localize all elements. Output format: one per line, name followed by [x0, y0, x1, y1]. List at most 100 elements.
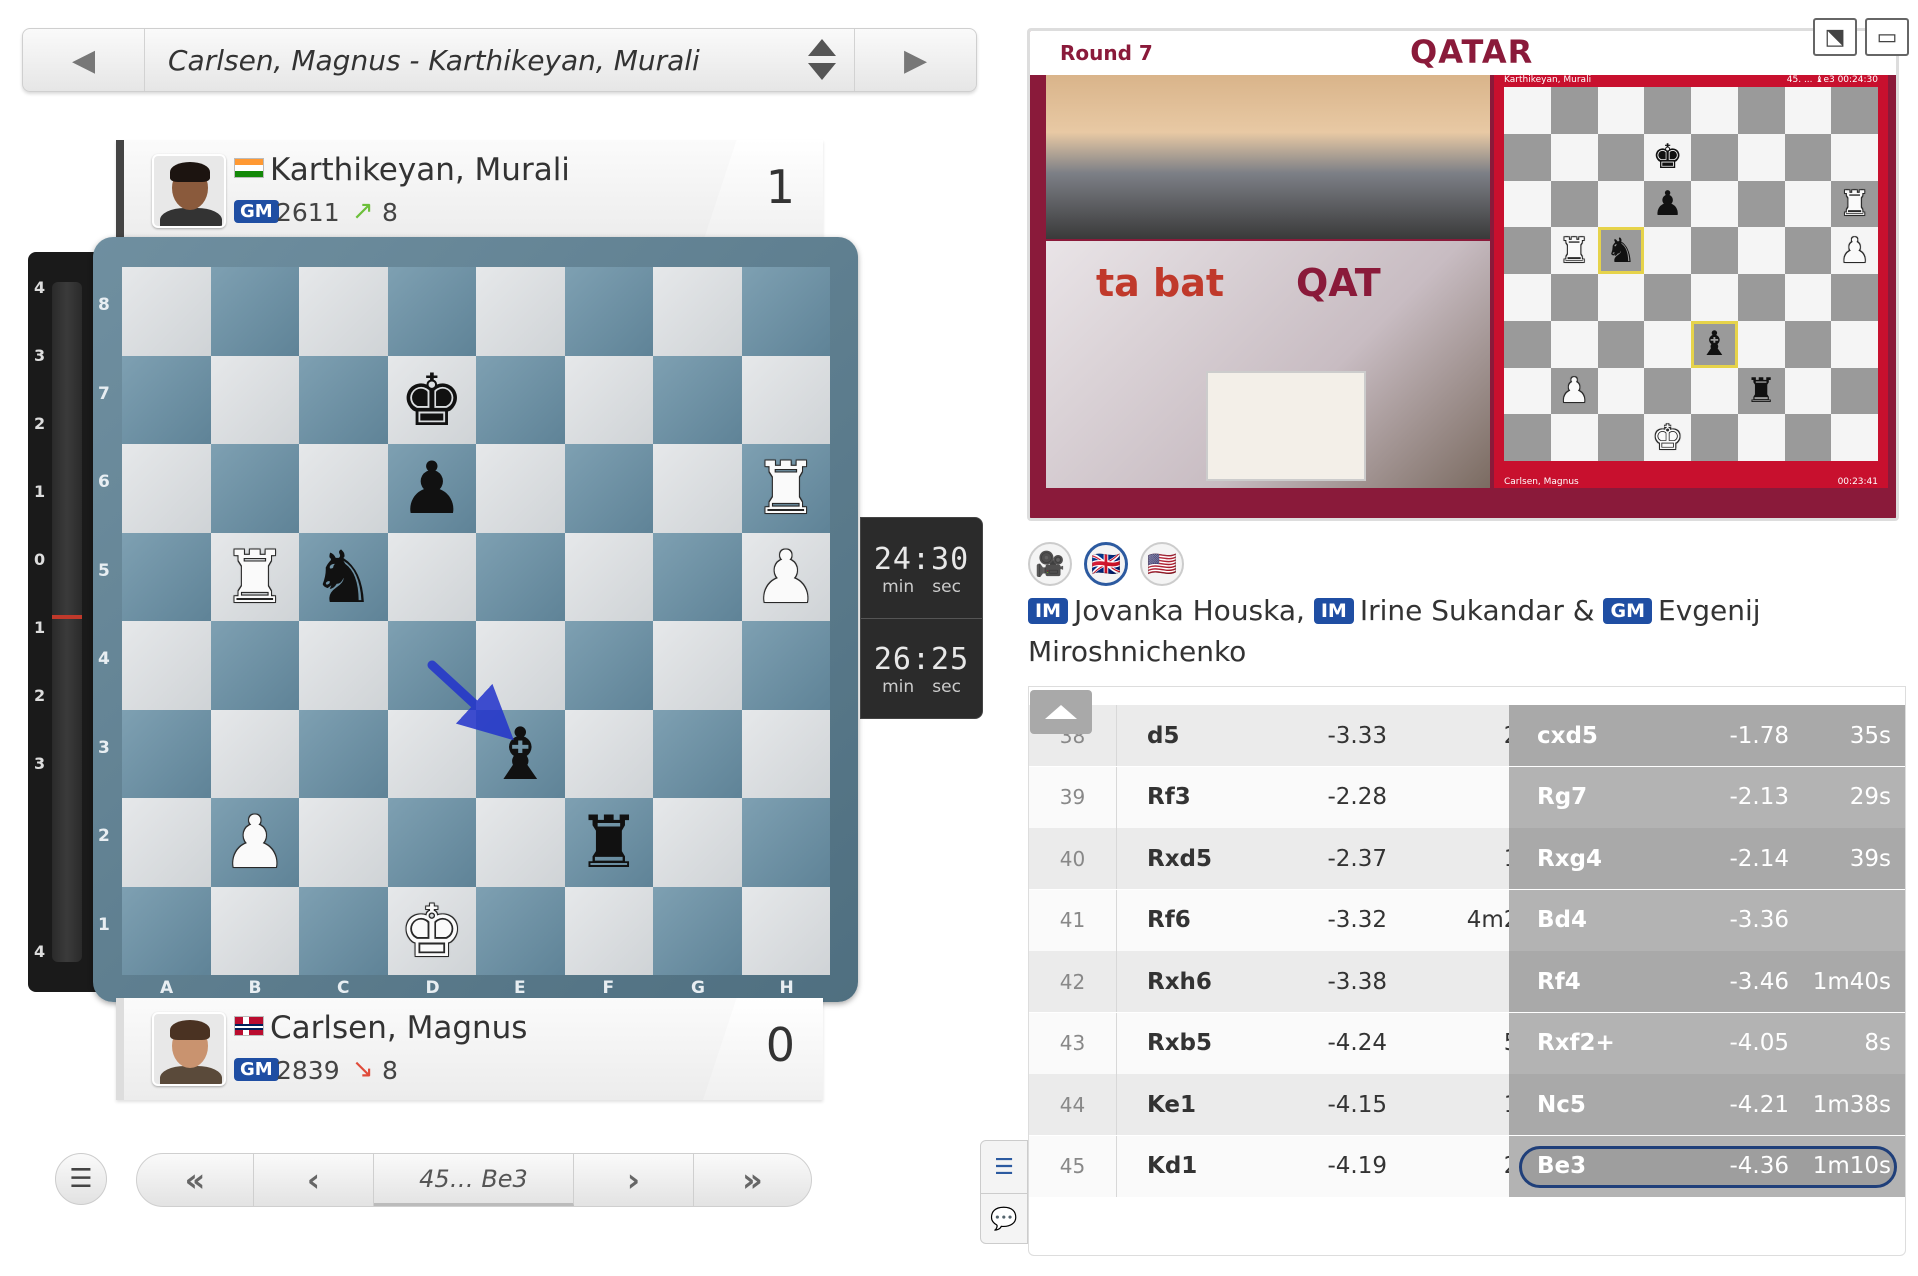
square-h3[interactable] [741, 709, 830, 798]
previous-game-button[interactable]: ◀ [23, 29, 145, 91]
game-title[interactable]: Carlsen, Magnus - Karthikeyan, Murali [168, 44, 700, 77]
white-piece-icon[interactable]: ♚ [399, 895, 464, 967]
last-move-button[interactable]: » [694, 1154, 811, 1206]
square-g4[interactable] [653, 621, 742, 710]
square-d5[interactable] [387, 532, 476, 621]
black-move-cell[interactable]: cxd5 -1.78 35s [1509, 705, 1905, 766]
black-piece-icon[interactable]: ♞ [311, 541, 376, 613]
square-g5[interactable] [653, 532, 742, 621]
square-c4[interactable] [299, 621, 388, 710]
black-move[interactable]: Be3 [1537, 1136, 1586, 1197]
square-g2[interactable] [653, 798, 742, 887]
square-f1[interactable] [564, 886, 653, 975]
square-g1[interactable] [653, 886, 742, 975]
square-a6[interactable] [122, 444, 211, 533]
black-move[interactable]: Bd4 [1537, 890, 1587, 951]
white-move[interactable]: Rxh6 [1147, 951, 1212, 1012]
popout-video-button[interactable]: ⬔ [1813, 18, 1857, 56]
black-move[interactable]: Nc5 [1537, 1074, 1586, 1135]
square-e6[interactable] [476, 444, 565, 533]
black-move-cell[interactable]: Be3 -4.36 1m10s [1509, 1135, 1905, 1197]
square-h2[interactable] [741, 798, 830, 887]
square-d6[interactable]: ♟ [387, 444, 476, 533]
black-piece-icon[interactable]: ♚ [399, 364, 464, 436]
chat-tab[interactable]: 💬 [981, 1193, 1027, 1245]
white-piece-icon[interactable]: ♟ [753, 541, 818, 613]
move-row[interactable]: 38d5-3.3321scxd5-1.7835s [1029, 705, 1905, 766]
scroll-up-button[interactable] [1030, 690, 1092, 734]
black-move[interactable]: cxd5 [1537, 705, 1598, 766]
square-c3[interactable] [299, 709, 388, 798]
square-c5[interactable]: ♞ [299, 532, 388, 621]
square-g6[interactable] [653, 444, 742, 533]
black-move-cell[interactable]: Nc5 -4.21 1m38s [1509, 1074, 1905, 1135]
move-row[interactable]: 42 Rxh6 -3.38 Rf4 -3.46 1m40s [1029, 951, 1905, 1012]
square-a5[interactable] [122, 532, 211, 621]
black-move-cell[interactable]: Rxf2+ -4.05 8s [1509, 1012, 1905, 1074]
square-d2[interactable] [387, 798, 476, 887]
move-row[interactable]: 39Rf3-2.281sRg7-2.1329s [1029, 766, 1905, 828]
game-selector[interactable]: ◀ Carlsen, Magnus - Karthikeyan, Murali … [22, 28, 977, 92]
moves-tab[interactable]: ☰ [981, 1141, 1027, 1193]
square-f7[interactable] [564, 355, 653, 444]
move-row[interactable]: 45Kd1-4.1923sBe3-4.361m10s [1029, 1135, 1905, 1197]
square-f6[interactable] [564, 444, 653, 533]
square-a8[interactable] [122, 267, 211, 356]
first-move-button[interactable]: « [137, 1154, 254, 1206]
square-h8[interactable] [741, 267, 830, 356]
next-move-button[interactable]: › [574, 1154, 694, 1206]
move-row[interactable]: 41 Rf6 -3.32 4m22s Bd4 -3.36 [1029, 889, 1905, 951]
square-b4[interactable] [210, 621, 299, 710]
square-b1[interactable] [210, 886, 299, 975]
square-c6[interactable] [299, 444, 388, 533]
square-g8[interactable] [653, 267, 742, 356]
square-b5[interactable]: ♜ [210, 532, 299, 621]
square-a7[interactable] [122, 355, 211, 444]
square-d1[interactable]: ♚ [387, 886, 476, 975]
chess-board[interactable]: ♚ ♟ ♜ ♜ ♞ ♟ ♝ ♟ ♜ ♚ [122, 267, 830, 975]
black-piece-icon[interactable]: ♟ [399, 452, 464, 524]
square-d8[interactable] [387, 267, 476, 356]
square-b3[interactable] [210, 709, 299, 798]
square-e7[interactable] [476, 355, 565, 444]
square-g7[interactable] [653, 355, 742, 444]
square-e1[interactable] [476, 886, 565, 975]
square-a4[interactable] [122, 621, 211, 710]
move-row[interactable]: 40Rxd5-2.3710sRxg4-2.1439s [1029, 828, 1905, 889]
move-row[interactable]: 43Rxb5-4.2451sRxf2+-4.058s [1029, 1012, 1905, 1074]
black-move[interactable]: Rxf2+ [1537, 1013, 1615, 1074]
square-f8[interactable] [564, 267, 653, 356]
square-c7[interactable] [299, 355, 388, 444]
fullscreen-video-button[interactable]: ▭ [1865, 18, 1909, 56]
white-move[interactable]: Rf6 [1147, 890, 1191, 951]
square-f4[interactable] [564, 621, 653, 710]
square-e2[interactable] [476, 798, 565, 887]
square-c8[interactable] [299, 267, 388, 356]
square-f3[interactable] [564, 709, 653, 798]
square-e3[interactable]: ♝ [476, 709, 565, 798]
square-b7[interactable] [210, 355, 299, 444]
uk-flag-icon[interactable]: 🇬🇧 [1084, 542, 1128, 586]
moves-table[interactable]: 38d5-3.3321scxd5-1.7835s39Rf3-2.281sRg7-… [1028, 686, 1906, 1256]
game-dropdown-icon[interactable] [801, 37, 841, 83]
square-d4[interactable] [387, 621, 476, 710]
current-move-display[interactable]: 45… Be3 [374, 1154, 574, 1206]
square-h7[interactable] [741, 355, 830, 444]
black-move-cell[interactable]: Rxg4 -2.14 39s [1509, 828, 1905, 889]
square-c2[interactable] [299, 798, 388, 887]
square-f2[interactable]: ♜ [564, 798, 653, 887]
white-move[interactable]: d5 [1147, 705, 1179, 766]
square-d3[interactable] [387, 709, 476, 798]
black-move-cell[interactable]: Rg7 -2.13 29s [1509, 766, 1905, 828]
white-piece-icon[interactable]: ♜ [753, 452, 818, 524]
square-g3[interactable] [653, 709, 742, 798]
video-player[interactable]: Round 7 QATAR ta bat QAT Karthikeyan, Mu… [1027, 28, 1899, 521]
black-move[interactable]: Rg7 [1537, 767, 1587, 828]
square-a3[interactable] [122, 709, 211, 798]
square-e5[interactable] [476, 532, 565, 621]
square-d7[interactable]: ♚ [387, 355, 476, 444]
previous-move-button[interactable]: ‹ [254, 1154, 374, 1206]
black-piece-icon[interactable]: ♝ [488, 718, 553, 790]
square-h5[interactable]: ♟ [741, 532, 830, 621]
square-c1[interactable] [299, 886, 388, 975]
